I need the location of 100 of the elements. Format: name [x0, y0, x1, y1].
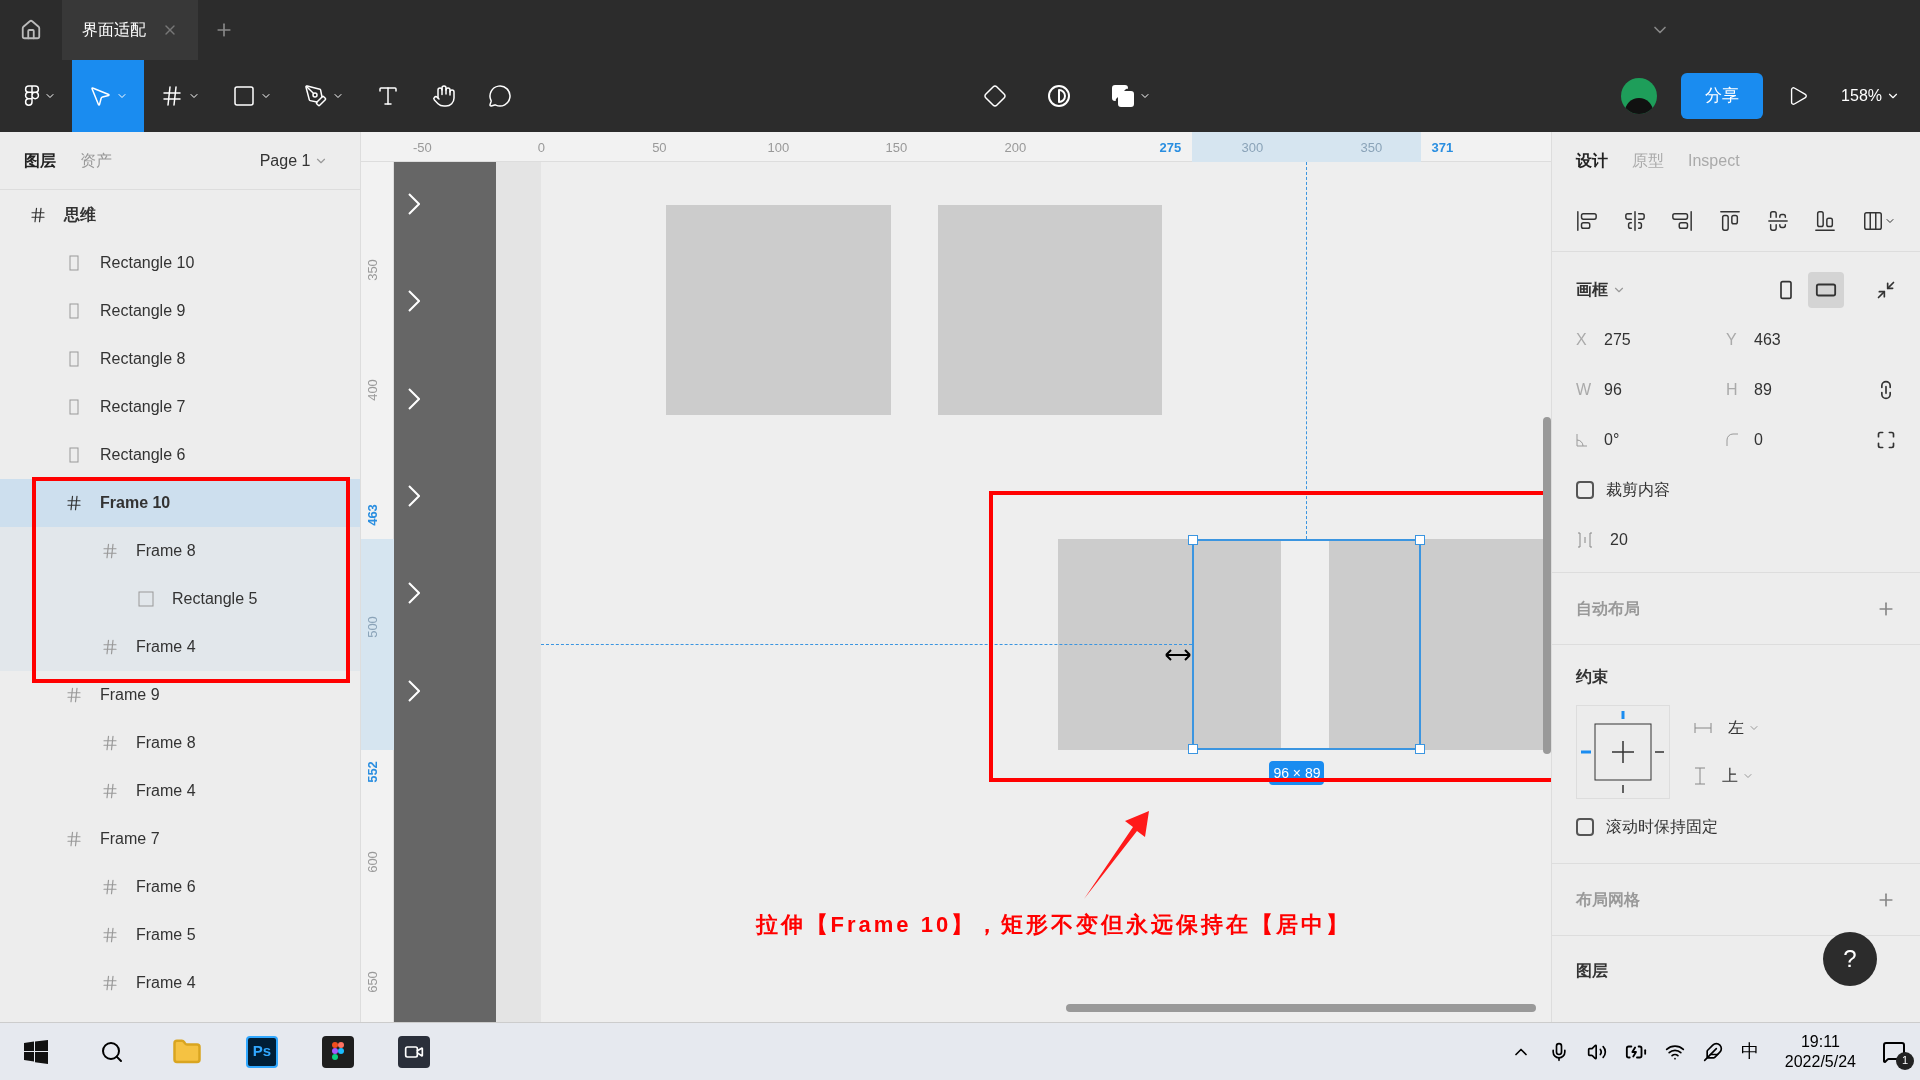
- layer-item[interactable]: Frame 5: [0, 911, 361, 959]
- layer-item[interactable]: Rectangle 7: [0, 383, 361, 431]
- checkbox[interactable]: [1576, 481, 1594, 499]
- ruler-label: 100: [767, 139, 790, 157]
- clock-date[interactable]: 2022/5/24: [1784, 1051, 1856, 1072]
- spacing-icon: [1576, 532, 1594, 548]
- input-method[interactable]: 中: [1740, 1038, 1759, 1065]
- layer-item[interactable]: Frame 8: [0, 527, 361, 575]
- distribute-icon[interactable]: [1861, 209, 1884, 232]
- orientation-button[interactable]: [1808, 272, 1844, 308]
- resize-handle[interactable]: [1415, 744, 1426, 754]
- vertical-constraint-dropdown[interactable]: 上: [1722, 764, 1754, 788]
- notification-icon[interactable]: [1882, 1039, 1906, 1064]
- value-field[interactable]: 275: [1604, 328, 1631, 352]
- volume-icon[interactable]: [1586, 1041, 1607, 1062]
- layer-item[interactable]: 思维: [0, 191, 361, 239]
- home-icon[interactable]: [20, 19, 42, 41]
- resize-cursor-icon: [1164, 648, 1193, 662]
- resize-handle[interactable]: [1415, 535, 1426, 545]
- panel-tab[interactable]: 图层: [24, 148, 56, 173]
- photoshop-app-icon[interactable]: Ps: [246, 1035, 278, 1068]
- layer-item[interactable]: Frame 6: [0, 863, 361, 911]
- field-label: H: [1726, 380, 1738, 400]
- figma-logo-icon: [24, 85, 40, 107]
- layer-item[interactable]: Rectangle 10: [0, 239, 361, 287]
- corner-radius-icon: [1726, 433, 1738, 447]
- layer-item[interactable]: Rectangle 5: [0, 575, 361, 623]
- horizontal-constraint-dropdown[interactable]: 左: [1728, 716, 1760, 740]
- user-avatar[interactable]: [1621, 78, 1658, 114]
- figma-app-icon[interactable]: [322, 1035, 354, 1068]
- layer-item[interactable]: Frame 10: [0, 479, 361, 527]
- frame-icon: [101, 974, 119, 992]
- checkbox-label: 裁剪内容: [1606, 480, 1670, 500]
- chevron-icon: [408, 680, 421, 702]
- frame-icon: [29, 206, 47, 224]
- align-icon[interactable]: [1814, 209, 1837, 232]
- component-icon[interactable]: [983, 84, 1008, 108]
- layer-item[interactable]: Frame 9: [0, 671, 361, 719]
- ruler-label: 463: [364, 504, 382, 526]
- section-title: 约束: [1576, 667, 1609, 687]
- align-icon[interactable]: [1576, 209, 1598, 232]
- rectangle-icon: [69, 447, 79, 463]
- layer-item[interactable]: Frame 7: [0, 815, 361, 863]
- chevron-icon: [408, 582, 421, 604]
- vertical-icon: [1694, 767, 1706, 785]
- clock-time[interactable]: 19:11: [1800, 1031, 1840, 1052]
- mask-icon[interactable]: [1047, 84, 1072, 108]
- angle-icon: [1576, 433, 1588, 447]
- camera-app-icon[interactable]: [398, 1035, 430, 1068]
- align-icon[interactable]: [1766, 209, 1789, 232]
- section-title: 自动布局: [1576, 598, 1640, 619]
- ruler-label: 552: [364, 761, 382, 783]
- scrollbar[interactable]: [1066, 1004, 1537, 1012]
- rectangle-icon: [69, 351, 79, 367]
- value-field[interactable]: 20: [1610, 528, 1628, 552]
- section-title: 图层: [1576, 961, 1608, 981]
- value-field[interactable]: 0°: [1604, 428, 1620, 452]
- comment-icon: [488, 84, 512, 108]
- layer-item[interactable]: Rectangle 8: [0, 335, 361, 383]
- chevron-icon: [408, 388, 421, 410]
- frame-icon: [65, 830, 83, 848]
- panel-tab[interactable]: 设计: [1576, 149, 1608, 173]
- layer-item[interactable]: Frame 4: [0, 959, 361, 1007]
- independent-corners-icon[interactable]: [1876, 430, 1896, 450]
- file-tab[interactable]: 界面适配: [62, 0, 198, 60]
- checkbox[interactable]: [1576, 818, 1594, 836]
- help-button[interactable]: ?: [1823, 932, 1877, 986]
- scrollbar[interactable]: [1543, 417, 1551, 754]
- ruler-label: 500: [364, 616, 382, 638]
- ruler-label: 275: [1159, 139, 1182, 157]
- zoom-menu[interactable]: 158%: [1841, 84, 1900, 108]
- field-label: Y: [1726, 330, 1738, 350]
- collapse-icon[interactable]: [1876, 280, 1896, 300]
- frame-icon: [160, 84, 184, 108]
- value-field[interactable]: 96: [1604, 378, 1622, 402]
- layer-item[interactable]: Frame 4: [0, 623, 361, 671]
- align-icon[interactable]: [1671, 209, 1694, 232]
- layer-item[interactable]: Frame 8: [0, 719, 361, 767]
- align-icon[interactable]: [1718, 209, 1741, 232]
- windows-start-icon[interactable]: [24, 1039, 48, 1064]
- resize-handle[interactable]: [1188, 535, 1199, 545]
- layer-item[interactable]: Rectangle 6: [0, 431, 361, 479]
- layer-item[interactable]: Rectangle 9: [0, 287, 361, 335]
- layer-item[interactable]: Frame 4: [0, 767, 361, 815]
- resize-handle[interactable]: [1188, 744, 1199, 754]
- ruler-label: 600: [364, 851, 382, 873]
- ruler-label: 50: [652, 139, 667, 157]
- constraint-widget[interactable]: [1576, 705, 1670, 799]
- value-field[interactable]: 89: [1754, 378, 1772, 402]
- frame-icon: [101, 542, 119, 560]
- align-icon[interactable]: [1623, 209, 1646, 232]
- boolean-icon[interactable]: [1111, 84, 1136, 108]
- page-dropdown[interactable]: Page 1: [259, 148, 329, 173]
- notification-badge: 1: [1896, 1051, 1914, 1070]
- value-field[interactable]: 463: [1754, 328, 1781, 352]
- chevron-icon: [408, 290, 421, 312]
- section-title: 画框: [1576, 280, 1608, 300]
- ruler-label: 200: [1004, 139, 1027, 157]
- search-icon[interactable]: [100, 1039, 124, 1064]
- value-field[interactable]: 0: [1754, 428, 1763, 452]
